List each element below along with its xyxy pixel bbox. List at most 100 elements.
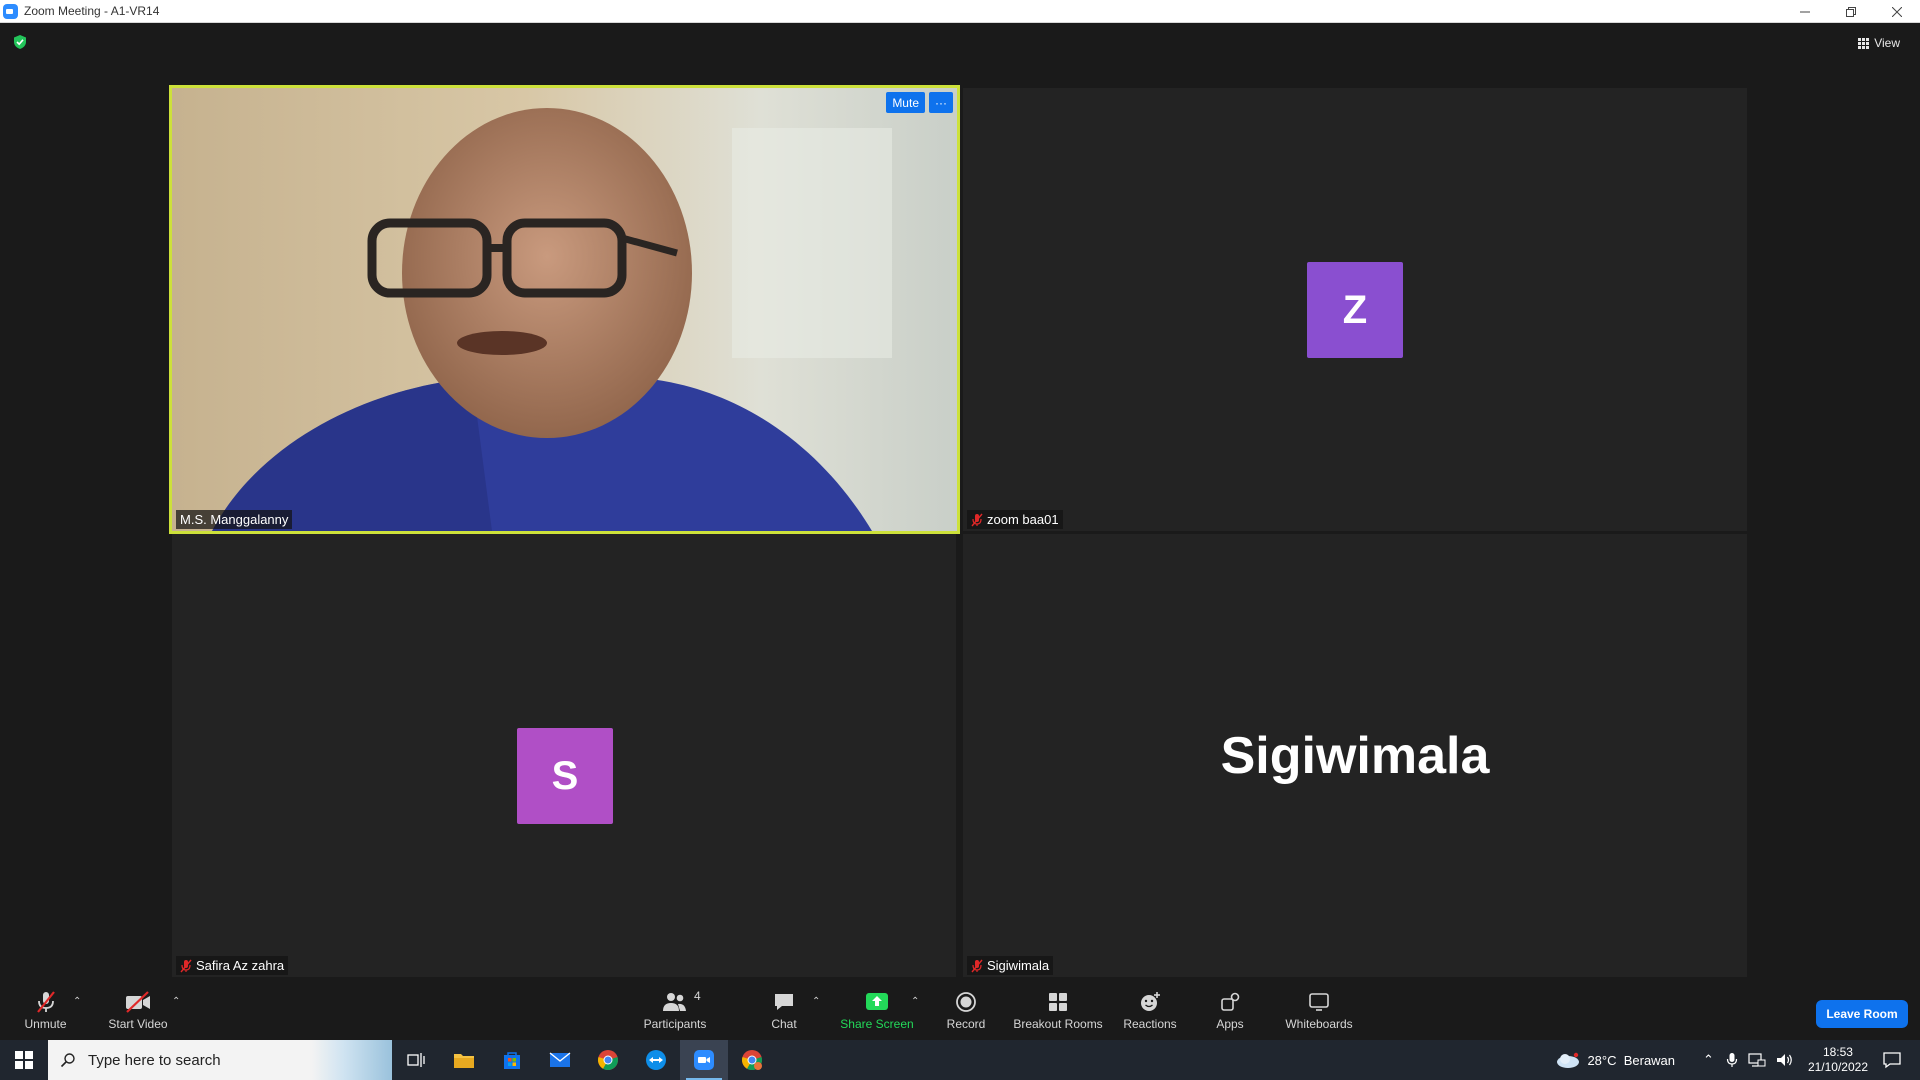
breakout-rooms-icon — [1047, 989, 1069, 1015]
video-off-icon — [124, 989, 152, 1015]
microphone-tray-icon[interactable] — [1726, 1052, 1738, 1068]
participant-name-label: Safira Az zahra — [176, 956, 289, 975]
whiteboards-button[interactable]: Whiteboards — [1280, 980, 1358, 1040]
weather-text[interactable]: 28°C Berawan — [1587, 1053, 1675, 1068]
teamviewer-button[interactable] — [632, 1040, 680, 1080]
window-title: Zoom Meeting - A1-VR14 — [24, 4, 160, 18]
participant-name: zoom baa01 — [987, 512, 1059, 527]
participant-name: M.S. Manggalanny — [180, 512, 289, 527]
task-view-icon — [407, 1053, 425, 1067]
search-placeholder: Type here to search — [88, 1051, 221, 1069]
participants-button[interactable]: 4 Participants — [640, 980, 710, 1040]
breakout-rooms-label: Breakout Rooms — [1013, 1017, 1103, 1031]
encryption-shield-icon[interactable] — [12, 34, 28, 50]
weather-cloud-icon — [1557, 1052, 1580, 1068]
record-icon — [955, 989, 977, 1015]
apps-icon — [1219, 989, 1241, 1015]
volume-icon[interactable] — [1776, 1052, 1794, 1068]
restore-button[interactable] — [1828, 0, 1874, 23]
taskbar-search-box[interactable]: Type here to search — [48, 1040, 392, 1080]
participant-name-label: M.S. Manggalanny — [176, 510, 293, 529]
start-video-button[interactable]: Start Video — [106, 980, 170, 1040]
close-icon — [1892, 6, 1902, 17]
record-button[interactable]: Record — [942, 980, 990, 1040]
chrome-button[interactable] — [584, 1040, 632, 1080]
breakout-rooms-button[interactable]: Breakout Rooms — [1012, 980, 1104, 1040]
apps-button[interactable]: Apps — [1210, 980, 1250, 1040]
windows-logo-icon — [15, 1051, 33, 1069]
search-highlight-art — [312, 1040, 392, 1080]
audio-options-caret[interactable]: ⌃ — [73, 996, 81, 1007]
participant-video-feed — [172, 88, 957, 531]
system-tray: 28°C Berawan ⌃ 18:53 21/10/2022 — [1555, 1040, 1920, 1080]
whiteboard-icon — [1307, 989, 1331, 1015]
mic-muted-icon — [34, 989, 58, 1015]
chat-icon — [772, 989, 796, 1015]
zoom-app-icon — [3, 3, 18, 19]
chrome-profile-icon — [742, 1050, 762, 1071]
participant-name: Safira Az zahra — [196, 958, 285, 973]
avatar-letter: S — [551, 753, 579, 798]
mail-icon — [549, 1052, 571, 1067]
video-tile-active-speaker[interactable]: Mute ··· M.S. Manggalanny — [169, 85, 960, 534]
participant-tile[interactable]: Z zoom baa01 — [963, 88, 1747, 531]
start-button[interactable] — [0, 1040, 48, 1080]
store-icon — [504, 1052, 520, 1069]
clock[interactable]: 18:53 21/10/2022 — [1808, 1045, 1868, 1075]
chrome-icon — [598, 1050, 618, 1071]
folder-icon — [454, 1054, 474, 1068]
share-options-caret[interactable]: ⌃ — [911, 996, 919, 1007]
mail-button[interactable] — [536, 1040, 584, 1080]
more-options-button[interactable]: ··· — [929, 92, 953, 113]
clock-time: 18:53 — [1822, 1045, 1853, 1059]
file-explorer-button[interactable] — [440, 1040, 488, 1080]
record-label: Record — [946, 1017, 986, 1031]
start-video-label: Start Video — [108, 1017, 168, 1031]
share-screen-button[interactable]: Share Screen — [840, 980, 914, 1040]
apps-label: Apps — [1216, 1017, 1244, 1031]
show-hidden-icons-chevron[interactable]: ⌃ — [1703, 1052, 1714, 1068]
unmute-button[interactable]: Unmute — [18, 980, 73, 1040]
chat-options-caret[interactable]: ⌃ — [812, 996, 820, 1007]
notifications-icon[interactable] — [1882, 1051, 1902, 1069]
microsoft-store-button[interactable] — [488, 1040, 536, 1080]
close-button[interactable] — [1874, 0, 1920, 23]
participants-count: 4 — [694, 989, 701, 1003]
avatar-letter: Z — [1342, 287, 1368, 332]
avatar: Z — [1307, 262, 1403, 358]
participant-display-name: Sigiwimala — [1220, 726, 1490, 785]
network-icon[interactable] — [1748, 1052, 1766, 1068]
mute-participant-button[interactable]: Mute — [886, 92, 925, 113]
chat-label: Chat — [771, 1017, 797, 1031]
title-bar: Zoom Meeting - A1-VR14 — [0, 0, 1920, 23]
tile-action-buttons: Mute ··· — [886, 92, 953, 113]
participant-tile[interactable]: Sigiwimala Sigiwimala — [963, 534, 1747, 977]
share-screen-icon — [864, 989, 890, 1015]
zoom-icon — [694, 1050, 714, 1070]
view-label: View — [1874, 36, 1900, 50]
participant-name-label: zoom baa01 — [967, 510, 1063, 529]
mic-muted-icon — [971, 959, 983, 972]
video-options-caret[interactable]: ⌃ — [172, 996, 180, 1007]
reactions-button[interactable]: Reactions — [1120, 980, 1180, 1040]
meeting-area: View Mute ··· M.S. Manggalanny Z zoom ba… — [0, 23, 1920, 980]
zoom-taskbar-button[interactable] — [680, 1040, 728, 1080]
chat-button[interactable]: Chat — [764, 980, 804, 1040]
participant-tile[interactable]: S Safira Az zahra — [172, 534, 956, 977]
chrome-profile-button[interactable] — [728, 1040, 776, 1080]
restore-icon — [1846, 6, 1856, 17]
participants-icon: 4 — [661, 989, 701, 1015]
participant-name: Sigiwimala — [987, 958, 1050, 973]
minimize-button[interactable] — [1782, 0, 1828, 23]
meeting-toolbar: Unmute ⌃ Start Video ⌃ 4 Participants Ch… — [0, 980, 1920, 1040]
task-view-button[interactable] — [392, 1040, 440, 1080]
share-screen-label: Share Screen — [840, 1017, 914, 1031]
clock-date: 21/10/2022 — [1807, 1060, 1868, 1074]
leave-room-button[interactable]: Leave Room — [1816, 1000, 1908, 1028]
whiteboards-label: Whiteboards — [1285, 1017, 1353, 1031]
grid-view-icon — [1858, 37, 1870, 49]
mic-muted-icon — [180, 959, 192, 972]
mic-muted-icon — [971, 513, 983, 526]
minimize-icon — [1800, 11, 1810, 12]
view-button[interactable]: View — [1858, 33, 1900, 53]
